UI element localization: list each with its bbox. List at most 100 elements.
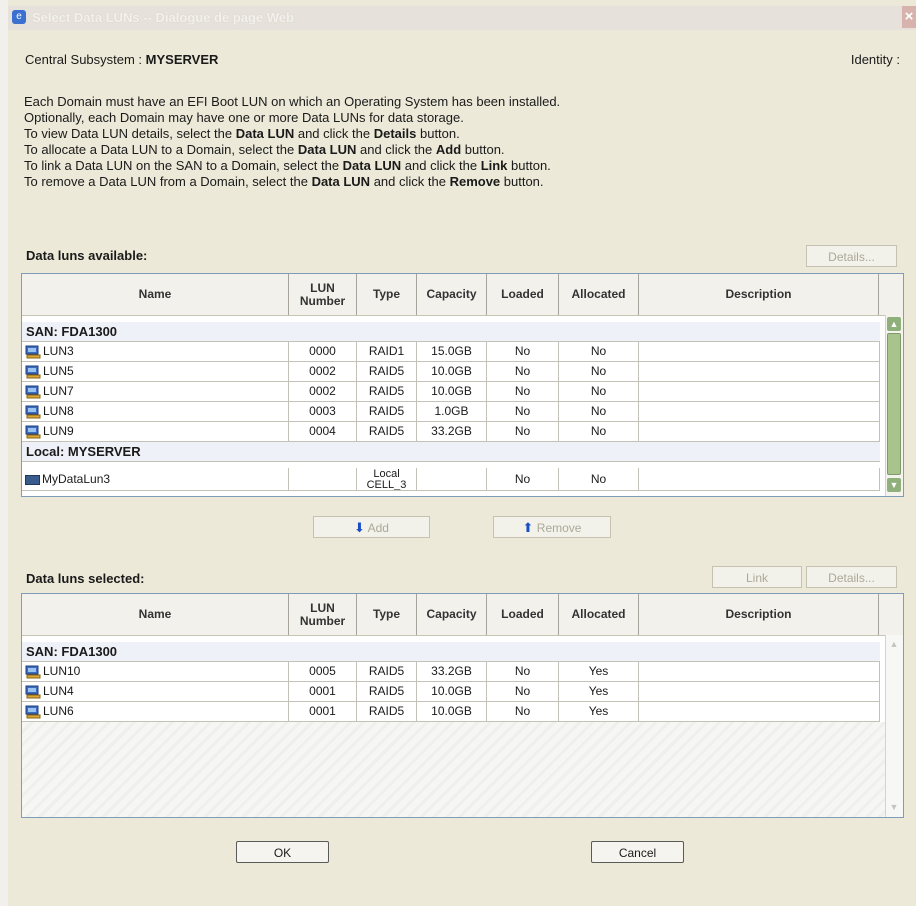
lun-name: LUN8	[43, 404, 74, 418]
lun-number: 0003	[289, 402, 357, 421]
lun-description	[639, 662, 880, 681]
col-allocated[interactable]: Allocated	[559, 274, 639, 315]
lun-loaded: No	[487, 662, 559, 681]
lun-number: 0001	[289, 702, 357, 721]
lun-allocated: No	[559, 402, 639, 421]
lun-number	[289, 468, 357, 490]
lun-capacity: 10.0GB	[417, 682, 487, 701]
col-description[interactable]: Description	[639, 594, 879, 635]
lun-type: RAID5	[357, 702, 417, 721]
scroll-thumb[interactable]	[887, 333, 901, 475]
instruction-line: Optionally, each Domain may have one or …	[24, 110, 464, 125]
instruction-line: To link a Data LUN on the SAN to a Domai…	[24, 158, 551, 173]
scroll-up-icon[interactable]: ▲	[887, 637, 901, 651]
lun-name: LUN7	[43, 384, 74, 398]
lun-description	[639, 342, 880, 361]
server-lun-icon	[25, 385, 41, 399]
ok-button[interactable]: OK	[236, 841, 329, 863]
identity-label: Identity :	[850, 52, 900, 67]
lun-type: RAID5	[357, 362, 417, 381]
available-section-title: Data luns available:	[26, 248, 148, 263]
lun-description	[639, 382, 880, 401]
disk-icon	[25, 474, 40, 485]
lun-type: Local CELL_3	[357, 468, 417, 490]
lun-capacity: 33.2GB	[417, 422, 487, 441]
lun-loaded: No	[487, 468, 559, 490]
lun-type: RAID5	[357, 402, 417, 421]
lun-number: 0002	[289, 362, 357, 381]
instruction-line: To allocate a Data LUN to a Domain, sele…	[24, 142, 505, 157]
table-row[interactable]: LUN3 0000 RAID1 15.0GB No No	[22, 342, 880, 362]
scroll-down-icon[interactable]: ▼	[887, 800, 901, 814]
lun-description	[639, 362, 880, 381]
available-vertical-scrollbar[interactable]: ▲ ▼	[885, 315, 903, 496]
title-bar[interactable]: e Select Data LUNs -- Dialogue de page W…	[8, 6, 916, 30]
lun-allocated: Yes	[559, 682, 639, 701]
selected-vertical-scrollbar[interactable]: ▲ ▼	[885, 635, 903, 817]
server-lun-icon	[25, 365, 41, 379]
col-type[interactable]: Type	[357, 274, 417, 315]
col-capacity[interactable]: Capacity	[417, 274, 487, 315]
scroll-up-icon[interactable]: ▲	[887, 317, 901, 331]
table-row[interactable]: LUN7 0002 RAID5 10.0GB No No	[22, 382, 880, 402]
lun-type: RAID5	[357, 422, 417, 441]
lun-allocated: No	[559, 468, 639, 490]
link-button[interactable]: Link	[712, 566, 802, 588]
lun-type: RAID5	[357, 682, 417, 701]
available-details-button[interactable]: Details...	[806, 245, 897, 267]
lun-loaded: No	[487, 382, 559, 401]
server-lun-icon	[25, 665, 41, 679]
lun-type: RAID5	[357, 382, 417, 401]
table-row[interactable]: LUN9 0004 RAID5 33.2GB No No	[22, 422, 880, 442]
col-lun-number[interactable]: LUN Number	[289, 274, 357, 315]
server-lun-icon	[25, 345, 41, 359]
cancel-button[interactable]: Cancel	[591, 841, 684, 863]
table-row[interactable]: MyDataLun3 Local CELL_3 No No	[22, 468, 880, 491]
close-button[interactable]: ×	[902, 6, 916, 28]
available-grid-header: Name LUN Number Type Capacity Loaded All…	[22, 274, 903, 316]
table-row[interactable]: LUN6 0001 RAID5 10.0GB No Yes	[22, 702, 880, 722]
dialog-window: e Select Data LUNs -- Dialogue de page W…	[0, 0, 916, 906]
group-local-myserver[interactable]: Local: MYSERVER	[22, 442, 880, 462]
lun-capacity: 1.0GB	[417, 402, 487, 421]
selected-section-title: Data luns selected:	[26, 571, 145, 586]
col-name[interactable]: Name	[22, 274, 289, 315]
arrow-up-icon: ⬆	[522, 520, 534, 535]
lun-capacity	[417, 468, 487, 490]
arrow-down-icon: ⬇	[354, 520, 365, 535]
col-type[interactable]: Type	[357, 594, 417, 635]
server-lun-icon	[25, 425, 41, 439]
lun-loaded: No	[487, 362, 559, 381]
selected-details-button[interactable]: Details...	[806, 566, 897, 588]
lun-number: 0000	[289, 342, 357, 361]
col-lun-number[interactable]: LUN Number	[289, 594, 357, 635]
group-san-fda1300[interactable]: SAN: FDA1300	[22, 322, 880, 342]
server-lun-icon	[25, 705, 41, 719]
server-lun-icon	[25, 405, 41, 419]
remove-button[interactable]: ⬆ Remove	[493, 516, 611, 538]
col-description[interactable]: Description	[639, 274, 879, 315]
col-name[interactable]: Name	[22, 594, 289, 635]
lun-number: 0001	[289, 682, 357, 701]
add-button[interactable]: ⬇ Add	[313, 516, 430, 538]
lun-description	[639, 682, 880, 701]
lun-type: RAID5	[357, 662, 417, 681]
table-row[interactable]: LUN8 0003 RAID5 1.0GB No No	[22, 402, 880, 422]
table-row[interactable]: LUN4 0001 RAID5 10.0GB No Yes	[22, 682, 880, 702]
ie-page-icon: e	[12, 10, 26, 24]
selected-empty-area	[22, 722, 888, 817]
dialog-content: Central Subsystem : MYSERVER Identity : …	[8, 30, 916, 906]
lun-allocated: No	[559, 362, 639, 381]
col-capacity[interactable]: Capacity	[417, 594, 487, 635]
window-title: Select Data LUNs -- Dialogue de page Web	[32, 10, 294, 25]
col-loaded[interactable]: Loaded	[487, 594, 559, 635]
server-lun-icon	[25, 685, 41, 699]
col-loaded[interactable]: Loaded	[487, 274, 559, 315]
lun-type: RAID1	[357, 342, 417, 361]
table-row[interactable]: LUN5 0002 RAID5 10.0GB No No	[22, 362, 880, 382]
group-san-fda1300[interactable]: SAN: FDA1300	[22, 642, 880, 662]
col-allocated[interactable]: Allocated	[559, 594, 639, 635]
lun-loaded: No	[487, 402, 559, 421]
scroll-down-icon[interactable]: ▼	[887, 478, 901, 492]
table-row[interactable]: LUN10 0005 RAID5 33.2GB No Yes	[22, 662, 880, 682]
